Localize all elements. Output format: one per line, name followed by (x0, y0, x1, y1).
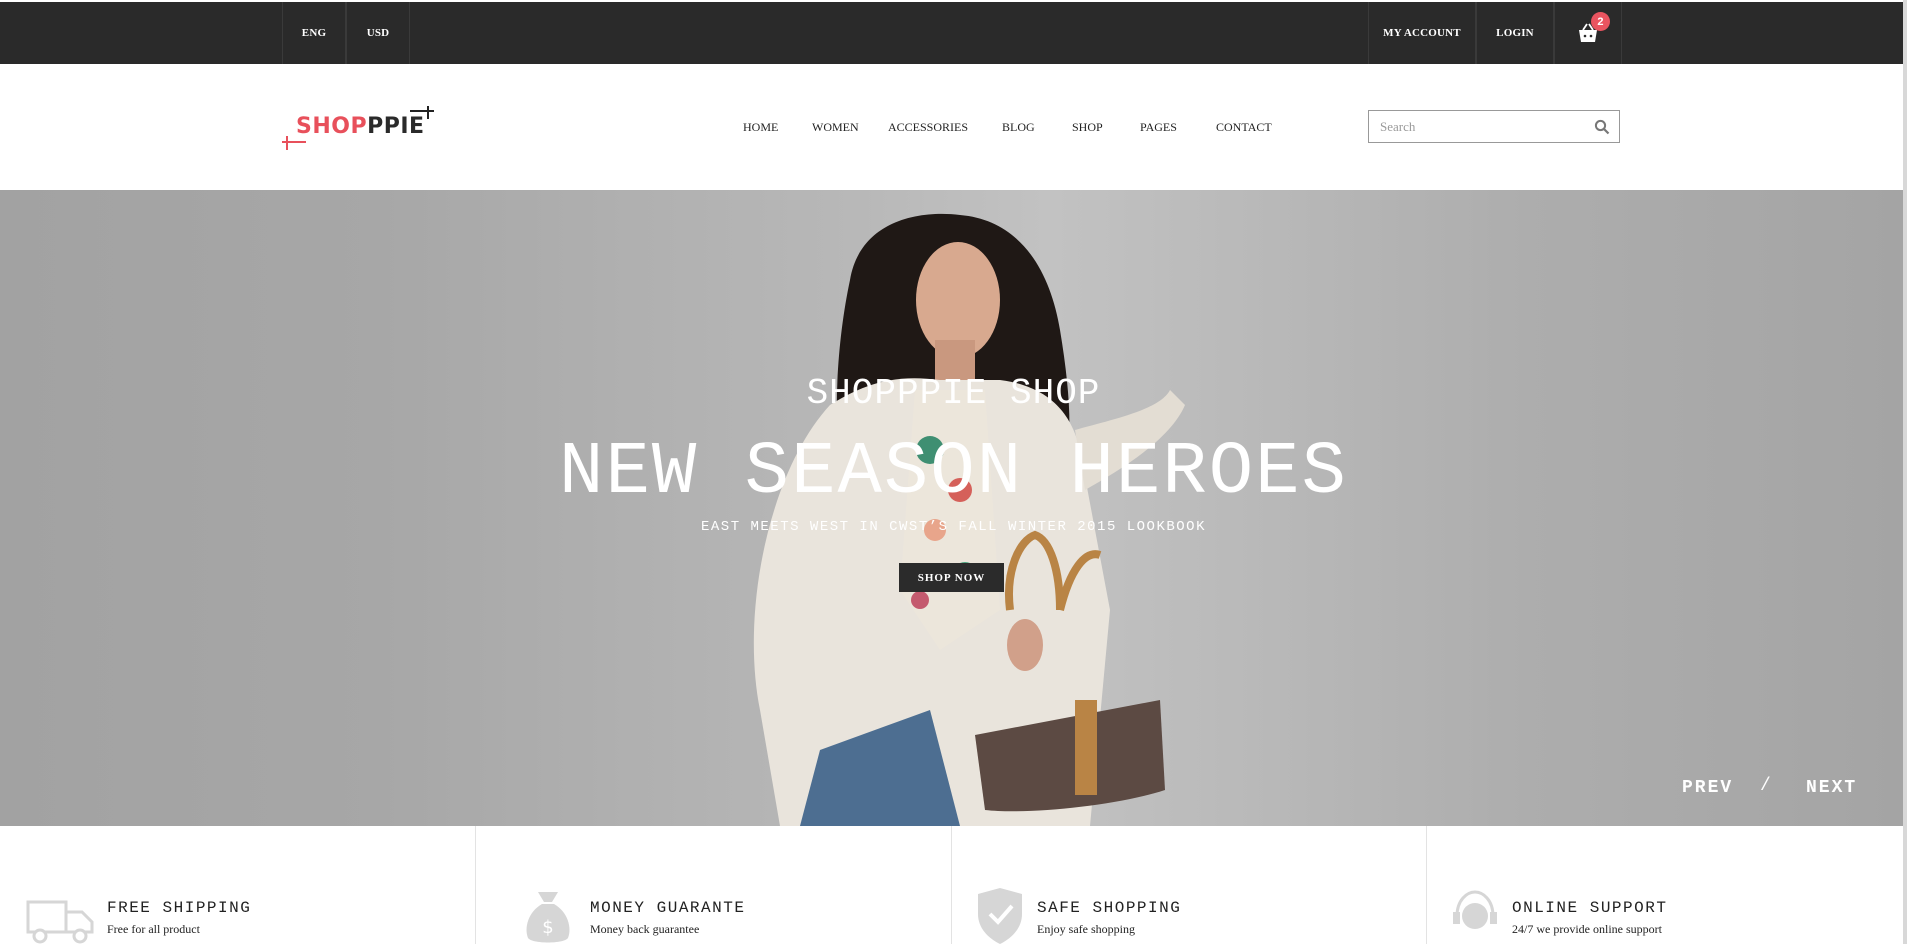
page-scrollbar[interactable] (1903, 0, 1907, 944)
logo-text-ppie: PPIE (367, 114, 425, 139)
feature-online-support: ONLINE SUPPORT 24/7 we provide online su… (1427, 826, 1907, 944)
feature-title: ONLINE SUPPORT (1512, 899, 1668, 917)
nav-contact[interactable]: CONTACT (1216, 120, 1272, 135)
nav-blog[interactable]: BLOG (1002, 120, 1035, 135)
header: SHOPPPIE HOME WOMEN ACCESSORIES BLOG SHO… (0, 64, 1907, 190)
feature-safe-shopping: SAFE SHOPPING Enjoy safe shopping (952, 826, 1426, 944)
feature-title: MONEY GUARANTE (590, 899, 746, 917)
nav-accessories[interactable]: ACCESSORIES (888, 120, 968, 135)
search-input[interactable] (1369, 111, 1595, 142)
shop-now-button[interactable]: SHOP NOW (899, 563, 1004, 592)
currency-label: USD (366, 27, 390, 39)
cart-button[interactable]: 2 (1554, 2, 1622, 64)
support-agent-icon (1453, 890, 1497, 929)
feature-description: Free for all product (107, 922, 200, 936)
nav-women[interactable]: WOMEN (812, 120, 859, 135)
feature-description: 24/7 we provide online support (1512, 922, 1662, 936)
feature-title: FREE SHIPPING (107, 899, 252, 917)
page: ENG USD MY ACCOUNT LOGIN 2 SHOPPPIE HOME… (0, 0, 1907, 944)
language-label: ENG (301, 27, 327, 39)
features-bar: FREE SHIPPING Free for all product $ MON… (0, 826, 1907, 944)
truck-icon (26, 900, 94, 944)
feature-description: Enjoy safe shopping (1037, 922, 1135, 936)
logo-text-shop: SHOP (296, 114, 368, 139)
search-icon[interactable] (1594, 119, 1610, 135)
hero-title: NEW SEASON HEROES (559, 431, 1348, 515)
nav-pages[interactable]: PAGES (1140, 120, 1177, 135)
search-box (1368, 110, 1620, 143)
feature-description: Money back guarantee (590, 922, 700, 936)
nav-home[interactable]: HOME (743, 120, 778, 135)
feature-free-shipping: FREE SHIPPING Free for all product (0, 826, 475, 944)
top-bar: ENG USD MY ACCOUNT LOGIN 2 (0, 2, 1907, 64)
cart-count-badge: 2 (1591, 12, 1610, 31)
next-slide-button[interactable]: NEXT (1806, 778, 1857, 798)
hero-tagline: EAST MEETS WEST IN CWST’S FALL WINTER 20… (701, 519, 1206, 535)
currency-selector[interactable]: USD (346, 2, 410, 64)
logo[interactable]: SHOPPPIE (282, 104, 442, 154)
my-account-link[interactable]: MY ACCOUNT (1368, 2, 1476, 64)
nav-shop[interactable]: SHOP (1072, 120, 1103, 135)
money-bag-icon: $ (526, 892, 570, 943)
feature-money-guarantee: $ MONEY GUARANTE Money back guarantee (476, 826, 951, 944)
slider-separator: / (1760, 776, 1771, 796)
logo-text: SHOPPPIE (296, 114, 425, 139)
prev-slide-button[interactable]: PREV (1682, 778, 1733, 798)
login-link[interactable]: LOGIN (1476, 2, 1554, 64)
language-selector[interactable]: ENG (282, 2, 346, 64)
svg-text:$: $ (542, 917, 553, 938)
hero-subtitle: SHOPPPIE SHOP (806, 373, 1101, 414)
login-label: LOGIN (1496, 27, 1534, 39)
hero-slider: SHOPPPIE SHOP NEW SEASON HEROES EAST MEE… (0, 190, 1907, 826)
my-account-label: MY ACCOUNT (1383, 27, 1461, 39)
feature-title: SAFE SHOPPING (1037, 899, 1182, 917)
